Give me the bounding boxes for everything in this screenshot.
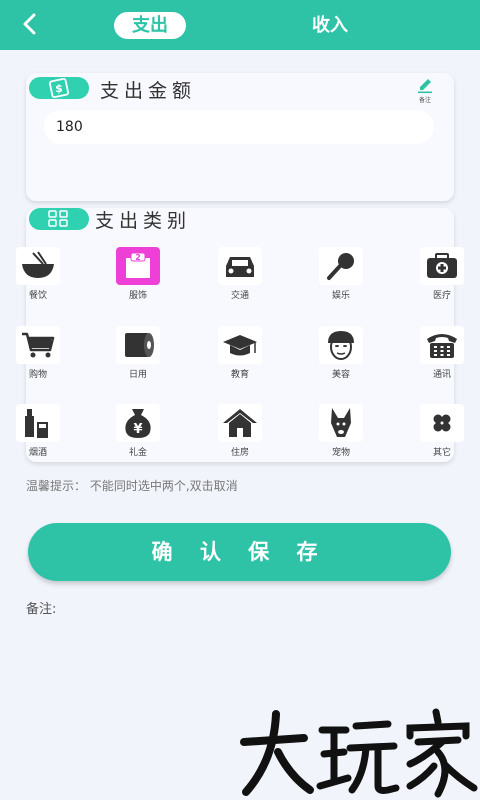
amount-section-title: 支出金额 xyxy=(100,80,197,102)
clover-icon xyxy=(420,404,464,442)
confirm-save-button[interactable]: 确 认 保 存 xyxy=(28,523,451,581)
category-pet[interactable]: 宠物 xyxy=(311,404,371,458)
category-label: 餐饮 xyxy=(28,291,47,301)
category-label: 交通 xyxy=(230,291,249,301)
category-clothing[interactable]: 2 服饰 xyxy=(108,247,168,301)
category-label: 住房 xyxy=(230,448,249,458)
category-label: 娱乐 xyxy=(331,291,350,301)
category-beauty[interactable]: 美容 xyxy=(311,326,371,380)
telephone-icon xyxy=(420,326,464,364)
chevron-left-icon xyxy=(23,13,36,35)
top-bar: 支出 收入 xyxy=(0,0,480,50)
pencil-icon xyxy=(418,79,432,94)
hint-text: 温馨提示： 不能同时选中两个,双击取消 xyxy=(26,479,238,493)
category-label: 其它 xyxy=(432,448,451,458)
category-medical[interactable]: 医疗 xyxy=(412,247,472,301)
category-tobacco-alcohol[interactable]: 烟酒 xyxy=(8,404,68,458)
category-label: 购物 xyxy=(28,370,47,380)
category-other[interactable]: 其它 xyxy=(412,404,472,458)
svg-text:2: 2 xyxy=(135,253,141,262)
category-housing[interactable]: 住房 xyxy=(210,404,270,458)
category-label: 通讯 xyxy=(432,370,451,380)
category-label: 医疗 xyxy=(432,291,451,301)
svg-text:¥: ¥ xyxy=(133,422,142,437)
amount-input[interactable]: 180 xyxy=(44,110,434,144)
microphone-icon xyxy=(319,247,363,285)
watermark-logo xyxy=(238,708,478,800)
tissue-roll-icon xyxy=(116,326,160,364)
svg-text:$: $ xyxy=(55,82,63,95)
shopping-cart-icon xyxy=(16,326,60,364)
category-label: 烟酒 xyxy=(28,448,47,458)
category-label: 教育 xyxy=(230,370,249,380)
category-label: 礼金 xyxy=(128,448,147,458)
category-education[interactable]: 教育 xyxy=(210,326,270,380)
category-label: 美容 xyxy=(331,370,350,380)
face-mask-icon xyxy=(319,326,363,364)
category-shopping[interactable]: 购物 xyxy=(8,326,68,380)
category-label: 服饰 xyxy=(128,291,147,301)
category-gift-money[interactable]: ¥ 礼金 xyxy=(108,404,168,458)
clothing-icon: 2 xyxy=(116,247,160,285)
category-telecom[interactable]: 通讯 xyxy=(412,326,472,380)
category-dining[interactable]: 餐饮 xyxy=(8,247,68,301)
dog-icon xyxy=(319,404,363,442)
house-icon xyxy=(218,404,262,442)
note-label: 备注 xyxy=(418,97,431,104)
medical-kit-icon xyxy=(420,247,464,285)
remark-label: 备注: xyxy=(26,602,57,617)
category-section-title: 支出类别 xyxy=(95,210,192,232)
category-label: 日用 xyxy=(128,370,147,380)
category-transport[interactable]: 交通 xyxy=(210,247,270,301)
note-button[interactable]: 备注 xyxy=(414,78,436,104)
back-button[interactable] xyxy=(14,8,48,42)
category-entertainment[interactable]: 娱乐 xyxy=(311,247,371,301)
money-bag-icon: ¥ xyxy=(116,404,160,442)
category-daily-use[interactable]: 日用 xyxy=(108,326,168,380)
tab-expense[interactable]: 支出 xyxy=(114,12,186,39)
category-label: 宠物 xyxy=(331,448,350,458)
money-icon: $ xyxy=(29,77,89,99)
graduation-cap-icon xyxy=(218,326,262,364)
tab-income[interactable]: 收入 xyxy=(300,12,360,39)
car-icon xyxy=(218,247,262,285)
grid-icon xyxy=(29,208,89,230)
bottle-icon xyxy=(16,404,60,442)
noodle-bowl-icon xyxy=(16,247,60,285)
amount-card: $ 支出金额 备注 180 xyxy=(26,73,454,201)
